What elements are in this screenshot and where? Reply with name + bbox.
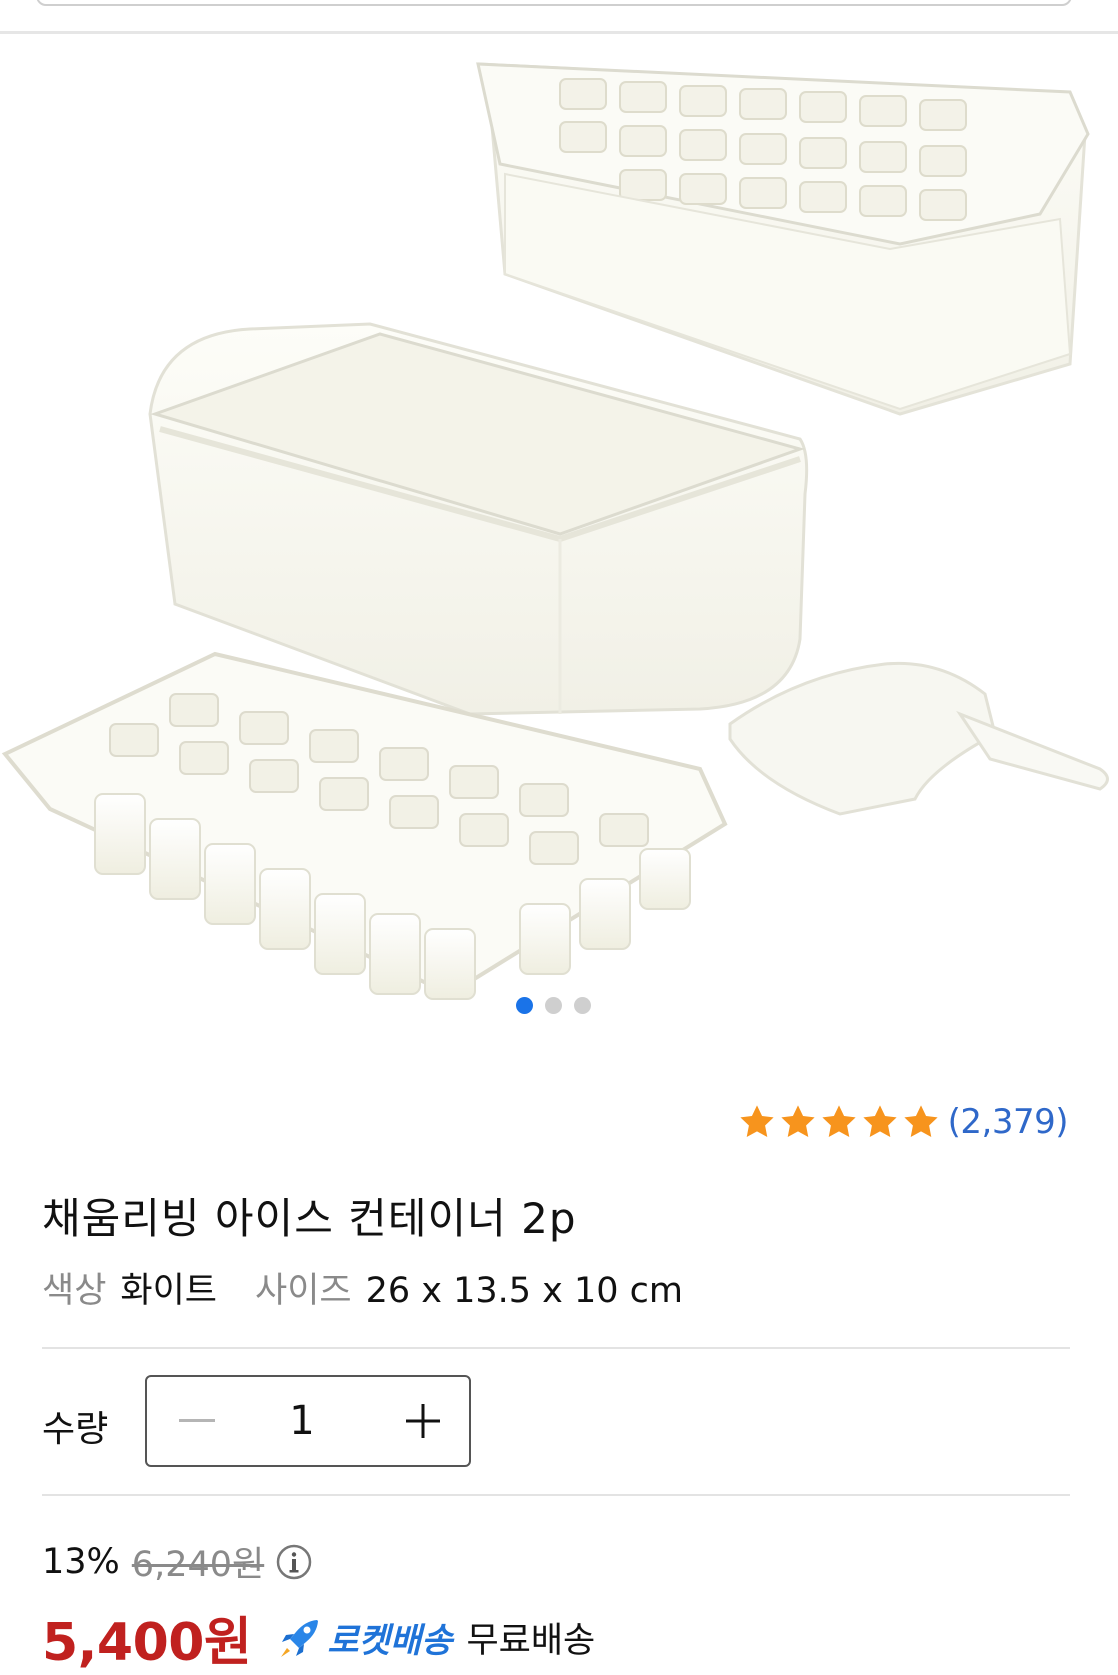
star-icon [740, 1105, 774, 1138]
size-label: 사이즈 [255, 1271, 352, 1311]
gallery-pagination [516, 997, 591, 1014]
product-image-gallery[interactable] [0, 34, 1118, 1029]
top-frame-edge [36, 0, 1072, 6]
review-count[interactable]: (2,379) [948, 1102, 1069, 1142]
pagination-dot-2[interactable] [545, 997, 562, 1014]
product-title: 채움리빙 아이스 컨테이너 2p [42, 1194, 577, 1243]
rocket-icon [281, 1619, 319, 1657]
discount-rate: 13% [42, 1541, 120, 1582]
star-icon [822, 1105, 856, 1138]
size-value: 26 x 13.5 x 10 cm [365, 1271, 684, 1311]
lidded-container-illustration [476, 62, 1090, 416]
star-icon [904, 1105, 938, 1138]
discount-row: 13% 6,240원 [42, 1536, 312, 1587]
divider [42, 1494, 1070, 1496]
star-icon [781, 1105, 815, 1138]
pagination-dot-3[interactable] [574, 997, 591, 1014]
rocket-delivery-label: 로켓배송 [327, 1621, 453, 1661]
product-image [1, 62, 1109, 1000]
increase-quantity-button[interactable] [383, 1377, 463, 1465]
sale-price: 5,400원 [42, 1613, 252, 1673]
quantity-stepper[interactable]: 1 [145, 1375, 471, 1467]
top-frame [0, 0, 1118, 34]
price-row: 5,400원 로켓배송 무료배송 [42, 1600, 595, 1675]
pagination-dot-1[interactable] [516, 997, 533, 1014]
quantity-value[interactable]: 1 [247, 1377, 357, 1465]
star-rating [738, 1103, 940, 1141]
original-price: 6,240원 [131, 1545, 265, 1585]
divider [42, 1347, 1070, 1349]
decrease-quantity-button[interactable] [157, 1377, 237, 1465]
color-label: 색상 [42, 1271, 107, 1311]
color-value: 화이트 [120, 1271, 218, 1311]
open-container-illustration [148, 322, 809, 716]
product-specs: 색상 화이트 사이즈 26 x 13.5 x 10 cm [42, 1262, 721, 1313]
quantity-label: 수량 [42, 1409, 109, 1450]
ice-scoop-illustration [728, 661, 1109, 816]
minus-icon [179, 1419, 215, 1422]
star-icon [863, 1105, 897, 1138]
product-rating[interactable]: (2,379) [738, 1102, 1069, 1142]
free-shipping-label: 무료배송 [466, 1621, 596, 1661]
info-icon[interactable] [276, 1544, 312, 1580]
plus-icon [406, 1404, 440, 1438]
